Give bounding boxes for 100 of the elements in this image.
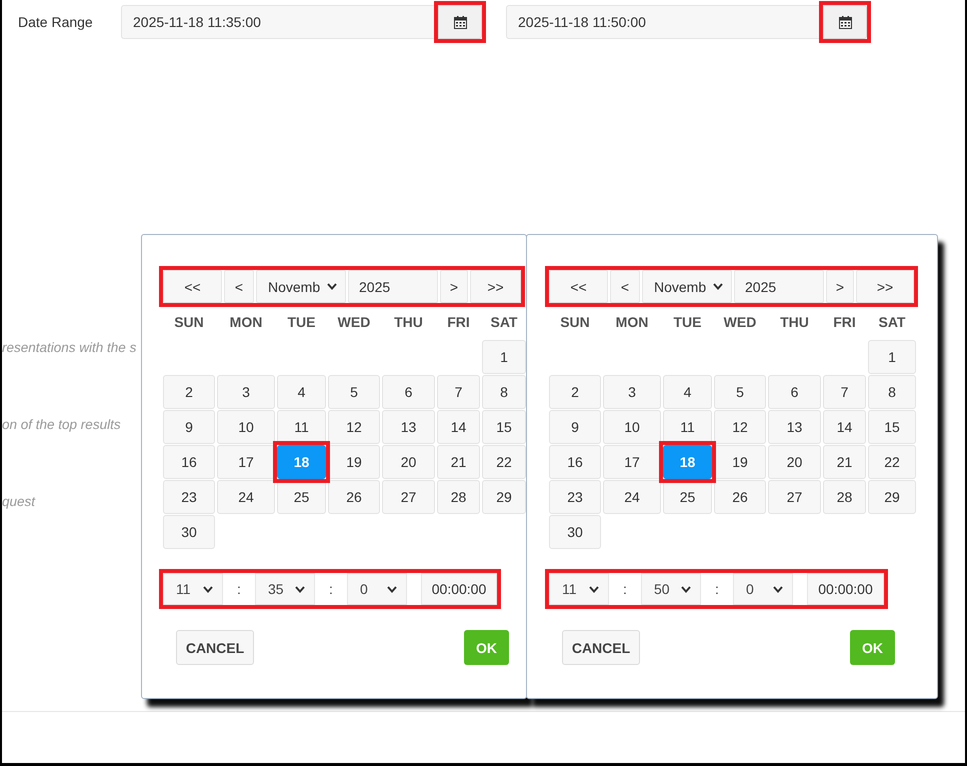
year-field[interactable]: 2025 <box>734 270 824 303</box>
day-cell[interactable]: 23 <box>163 480 215 514</box>
day-cell[interactable]: 15 <box>482 410 526 444</box>
next-year-button[interactable]: >> <box>470 270 521 303</box>
day-cell[interactable]: 24 <box>217 480 275 514</box>
day-cell[interactable]: 3 <box>217 375 275 409</box>
next-month-button[interactable]: > <box>826 270 854 303</box>
day-cell[interactable]: 8 <box>868 375 916 409</box>
previous-month-button[interactable]: < <box>610 270 640 303</box>
day-cell[interactable]: 14 <box>823 410 866 444</box>
day-cell[interactable]: 7 <box>823 375 866 409</box>
day-cell[interactable]: 1 <box>868 340 916 374</box>
day-cell[interactable]: 5 <box>714 375 766 409</box>
day-cell[interactable]: 16 <box>549 445 601 479</box>
day-cell[interactable]: 13 <box>382 410 435 444</box>
weekday-label: THU <box>780 313 809 331</box>
previous-year-button[interactable]: << <box>549 270 608 303</box>
day-cell[interactable]: 11 <box>663 410 712 444</box>
hour-select[interactable]: 11 <box>549 573 609 605</box>
time-display: 00:00:00 <box>421 573 497 605</box>
day-cell[interactable]: 14 <box>437 410 480 444</box>
time-separator: : <box>329 580 333 598</box>
day-cell[interactable]: 16 <box>163 445 215 479</box>
day-cell[interactable]: 29 <box>868 480 916 514</box>
day-cell[interactable]: 12 <box>714 410 766 444</box>
month-select[interactable]: Novemb <box>642 270 732 303</box>
day-cell[interactable]: 30 <box>549 515 601 549</box>
day-cell[interactable]: 19 <box>714 445 766 479</box>
day-cell[interactable]: 25 <box>277 480 326 514</box>
month-select[interactable]: Novemb <box>256 270 346 303</box>
previous-month-button[interactable]: < <box>224 270 254 303</box>
day-cell[interactable]: 17 <box>603 445 661 479</box>
weekday-label: FRI <box>833 313 856 331</box>
day-cell[interactable]: 10 <box>217 410 275 444</box>
day-cell[interactable]: 28 <box>437 480 480 514</box>
next-month-button[interactable]: > <box>440 270 468 303</box>
day-cell[interactable]: 3 <box>603 375 661 409</box>
second-select[interactable]: 0 <box>733 573 793 605</box>
chevron-down-icon <box>327 283 337 290</box>
minute-select[interactable]: 50 <box>641 573 701 605</box>
day-cell[interactable]: 20 <box>382 445 435 479</box>
chevron-down-icon <box>295 586 305 592</box>
day-cell[interactable]: 9 <box>549 410 601 444</box>
chevron-down-icon <box>203 586 213 592</box>
day-cell[interactable]: 11 <box>277 410 326 444</box>
date-range-label: Date Range <box>18 13 94 32</box>
chevron-down-icon <box>387 586 397 592</box>
cancel-button[interactable]: CANCEL <box>176 630 254 665</box>
day-cell[interactable]: 2 <box>549 375 601 409</box>
description-text: on of the top results <box>2 416 121 434</box>
day-cell[interactable]: 5 <box>328 375 380 409</box>
year-field[interactable]: 2025 <box>348 270 438 303</box>
next-year-button[interactable]: >> <box>856 270 914 303</box>
day-cell[interactable]: 24 <box>603 480 661 514</box>
weekday-label: MON <box>230 313 262 331</box>
day-cell[interactable]: 27 <box>768 480 821 514</box>
weekday-label: TUE <box>288 313 316 331</box>
day-cell[interactable]: 29 <box>482 480 526 514</box>
second-select[interactable]: 0 <box>347 573 407 605</box>
day-cell[interactable]: 1 <box>482 340 526 374</box>
day-cell[interactable]: 26 <box>714 480 766 514</box>
day-cell[interactable]: 27 <box>382 480 435 514</box>
description-text: quest <box>2 493 36 511</box>
calendar-icon <box>838 16 852 28</box>
day-cell[interactable]: 6 <box>768 375 821 409</box>
day-cell[interactable]: 17 <box>217 445 275 479</box>
day-cell[interactable]: 13 <box>768 410 821 444</box>
day-cell[interactable]: 23 <box>549 480 601 514</box>
cancel-button[interactable]: CANCEL <box>562 630 640 665</box>
day-cell[interactable]: 9 <box>163 410 215 444</box>
day-cell[interactable]: 12 <box>328 410 380 444</box>
hour-select[interactable]: 11 <box>163 573 223 605</box>
day-cell[interactable]: 15 <box>868 410 916 444</box>
day-cell[interactable]: 22 <box>482 445 526 479</box>
minute-select[interactable]: 35 <box>255 573 315 605</box>
day-cell[interactable]: 6 <box>382 375 435 409</box>
time-display: 00:00:00 <box>807 573 884 605</box>
weekday-label: SUN <box>174 313 204 331</box>
day-cell[interactable]: 8 <box>482 375 526 409</box>
day-cell[interactable]: 4 <box>663 375 712 409</box>
chevron-down-icon <box>713 283 723 290</box>
calendar-icon <box>454 16 466 28</box>
day-cell[interactable]: 20 <box>768 445 821 479</box>
day-cell[interactable]: 21 <box>437 445 480 479</box>
day-cell[interactable]: 25 <box>663 480 712 514</box>
day-cell[interactable]: 10 <box>603 410 661 444</box>
day-cell[interactable]: 28 <box>823 480 866 514</box>
day-cell[interactable]: 22 <box>868 445 916 479</box>
day-cell[interactable]: 4 <box>277 375 326 409</box>
time-separator: : <box>623 580 627 598</box>
day-cell[interactable]: 21 <box>823 445 866 479</box>
day-cell[interactable]: 26 <box>328 480 380 514</box>
weekday-label: TUE <box>674 313 702 331</box>
day-cell[interactable]: 2 <box>163 375 215 409</box>
day-cell[interactable]: 19 <box>328 445 380 479</box>
day-cell[interactable]: 7 <box>437 375 480 409</box>
previous-year-button[interactable]: << <box>163 270 222 303</box>
weekday-label: SUN <box>560 313 590 331</box>
time-separator: : <box>715 580 719 598</box>
day-cell[interactable]: 30 <box>163 515 215 549</box>
